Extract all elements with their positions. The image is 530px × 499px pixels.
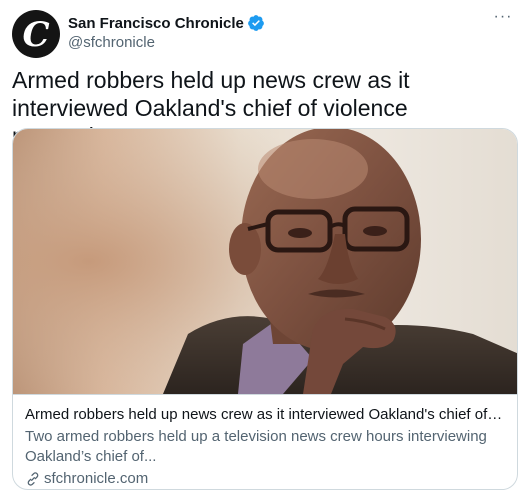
card-image[interactable] <box>13 129 517 394</box>
account-handle[interactable]: @sfchronicle <box>68 34 155 51</box>
photo-man-with-glasses-hand-on-chin <box>13 129 517 394</box>
card-body[interactable]: Armed robbers held up news crew as it in… <box>13 394 517 489</box>
verified-badge-icon <box>248 15 264 31</box>
more-options-icon[interactable]: ··· <box>492 9 514 30</box>
card-title[interactable]: Armed robbers held up news crew as it in… <box>25 405 505 425</box>
tweet-header: C San Francisco Chronicle @sfchronicle ·… <box>12 9 518 58</box>
card-domain-row[interactable]: sfchronicle.com <box>25 469 505 489</box>
account-name-row: San Francisco Chronicle <box>68 14 265 32</box>
link-preview-card[interactable]: Armed robbers held up news crew as it in… <box>12 128 518 490</box>
card-description: Two armed robbers held up a television n… <box>25 428 487 465</box>
card-domain[interactable]: sfchronicle.com <box>44 469 148 489</box>
sf-chronicle-logo-icon: C <box>22 15 50 55</box>
account-name[interactable]: San Francisco Chronicle <box>68 15 244 32</box>
link-icon <box>27 472 39 486</box>
account-avatar[interactable]: C <box>12 10 60 58</box>
